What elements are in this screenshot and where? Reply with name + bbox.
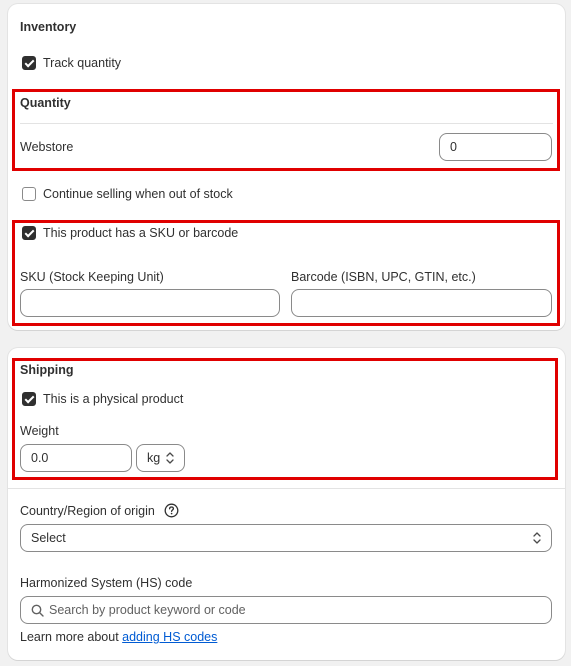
quantity-divider xyxy=(20,123,553,124)
hs-learn-more-prefix: Learn more about xyxy=(20,630,123,644)
search-icon xyxy=(31,604,44,617)
sku-label: SKU (Stock Keeping Unit) xyxy=(20,270,164,284)
hs-code-label: Harmonized System (HS) code xyxy=(20,576,193,590)
shipping-title: Shipping xyxy=(20,363,74,377)
weight-unit-value: kg xyxy=(147,451,161,465)
sku-input[interactable] xyxy=(20,289,280,317)
barcode-input[interactable] xyxy=(291,289,552,317)
sku-barcode-label: This product has a SKU or barcode xyxy=(43,226,239,240)
hs-code-placeholder: Search by product keyword or code xyxy=(49,603,246,617)
sku-barcode-checkbox[interactable] xyxy=(22,226,36,240)
track-quantity-label: Track quantity xyxy=(43,56,122,70)
physical-product-label: This is a physical product xyxy=(43,392,184,406)
hs-code-search-input[interactable]: Search by product keyword or code xyxy=(20,596,552,624)
shipping-divider xyxy=(8,488,565,489)
country-origin-label: Country/Region of origin xyxy=(20,504,155,518)
hs-learn-more-text: Learn more about adding HS codes xyxy=(20,630,217,644)
shipping-card: Shipping This is a physical product Weig… xyxy=(8,348,565,660)
barcode-label: Barcode (ISBN, UPC, GTIN, etc.) xyxy=(291,270,476,284)
webstore-label: Webstore xyxy=(20,140,74,154)
country-origin-value: Select xyxy=(31,531,66,545)
continue-selling-label: Continue selling when out of stock xyxy=(43,187,233,201)
webstore-quantity-input[interactable]: 0 xyxy=(439,133,552,161)
inventory-title: Inventory xyxy=(20,20,77,34)
inventory-card: Inventory Track quantity Quantity Websto… xyxy=(8,4,565,330)
quantity-title: Quantity xyxy=(20,96,71,110)
weight-input[interactable]: 0.0 xyxy=(20,444,132,472)
weight-unit-select[interactable]: kg xyxy=(136,444,185,472)
track-quantity-checkbox[interactable] xyxy=(22,56,36,70)
weight-label: Weight xyxy=(20,424,59,438)
country-origin-select[interactable]: Select xyxy=(20,524,552,552)
select-chevron-icon xyxy=(166,452,174,464)
adding-hs-codes-link[interactable]: adding HS codes xyxy=(122,630,217,644)
select-chevron-icon xyxy=(533,532,541,544)
continue-selling-checkbox[interactable] xyxy=(22,187,36,201)
question-circle-icon[interactable] xyxy=(164,503,179,518)
physical-product-checkbox[interactable] xyxy=(22,392,36,406)
